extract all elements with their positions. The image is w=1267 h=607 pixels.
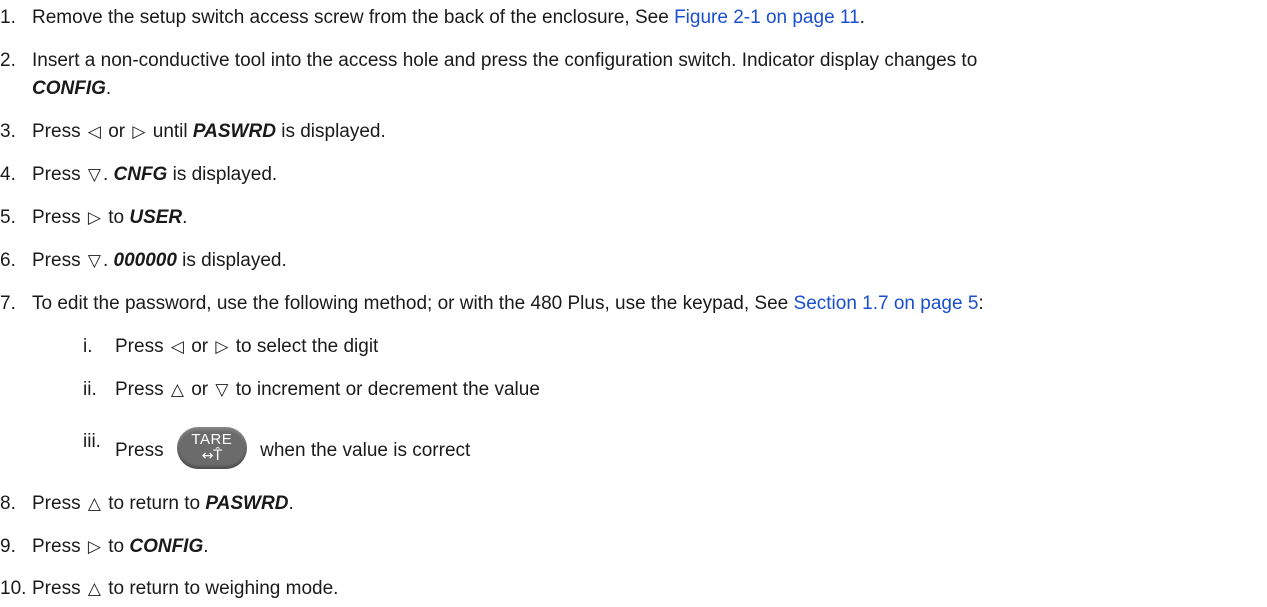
step-number: 7.	[0, 293, 16, 314]
display-keyword: USER	[129, 207, 183, 228]
step-number: 10.	[0, 578, 27, 599]
display-keyword: CONFIG	[129, 536, 204, 557]
step-text: To edit the password, use the following …	[32, 293, 794, 314]
display-keyword: PASWRD	[205, 493, 289, 514]
step-text: Remove the setup switch access screw fro…	[32, 7, 675, 28]
display-keyword: CNFG	[113, 164, 168, 185]
step-number: 8.	[0, 493, 16, 514]
tare-button: TARE ↔T̂	[176, 427, 247, 469]
step-number: 4.	[0, 164, 16, 185]
up-arrow-icon: △	[87, 494, 101, 514]
down-arrow-icon: ▽	[87, 251, 101, 271]
step-number: 3.	[0, 121, 16, 142]
figure-2-1-link[interactable]: Figure 2-1 on page 11	[674, 7, 860, 28]
up-arrow-icon: △	[170, 380, 184, 400]
display-keyword: 000000	[113, 250, 177, 271]
display-keyword: PASWRD	[192, 121, 276, 142]
left-arrow-icon: ◁	[170, 337, 184, 357]
step-number: 5.	[0, 207, 16, 228]
step-number: 2.	[0, 50, 16, 71]
substep-number: ii.	[83, 379, 97, 400]
right-arrow-icon: ▷	[87, 537, 101, 557]
up-arrow-icon: △	[87, 579, 101, 599]
step-number: 9.	[0, 536, 16, 557]
section-1-7-link[interactable]: Section 1.7 on page 5	[794, 293, 979, 314]
left-arrow-icon: ◁	[87, 122, 101, 142]
display-keyword: CONFIG	[32, 78, 106, 99]
step-text: Insert a non-conductive tool into the ac…	[32, 50, 978, 71]
tare-arrow-icon: ↔T̂	[201, 448, 222, 464]
step-number: 1.	[0, 7, 16, 28]
down-arrow-icon: ▽	[215, 380, 229, 400]
down-arrow-icon: ▽	[87, 165, 101, 185]
substep-number: iii.	[83, 431, 101, 452]
instruction-page: 1. Remove the setup switch access screw …	[0, 7, 984, 599]
step-number: 6.	[0, 250, 16, 271]
right-arrow-icon: ▷	[215, 337, 229, 357]
right-arrow-icon: ▷	[132, 122, 146, 142]
right-arrow-icon: ▷	[87, 208, 101, 228]
substep-number: i.	[83, 336, 93, 357]
step-2-continuation: CONFIG.	[32, 78, 112, 99]
tare-label: TARE	[191, 431, 233, 448]
